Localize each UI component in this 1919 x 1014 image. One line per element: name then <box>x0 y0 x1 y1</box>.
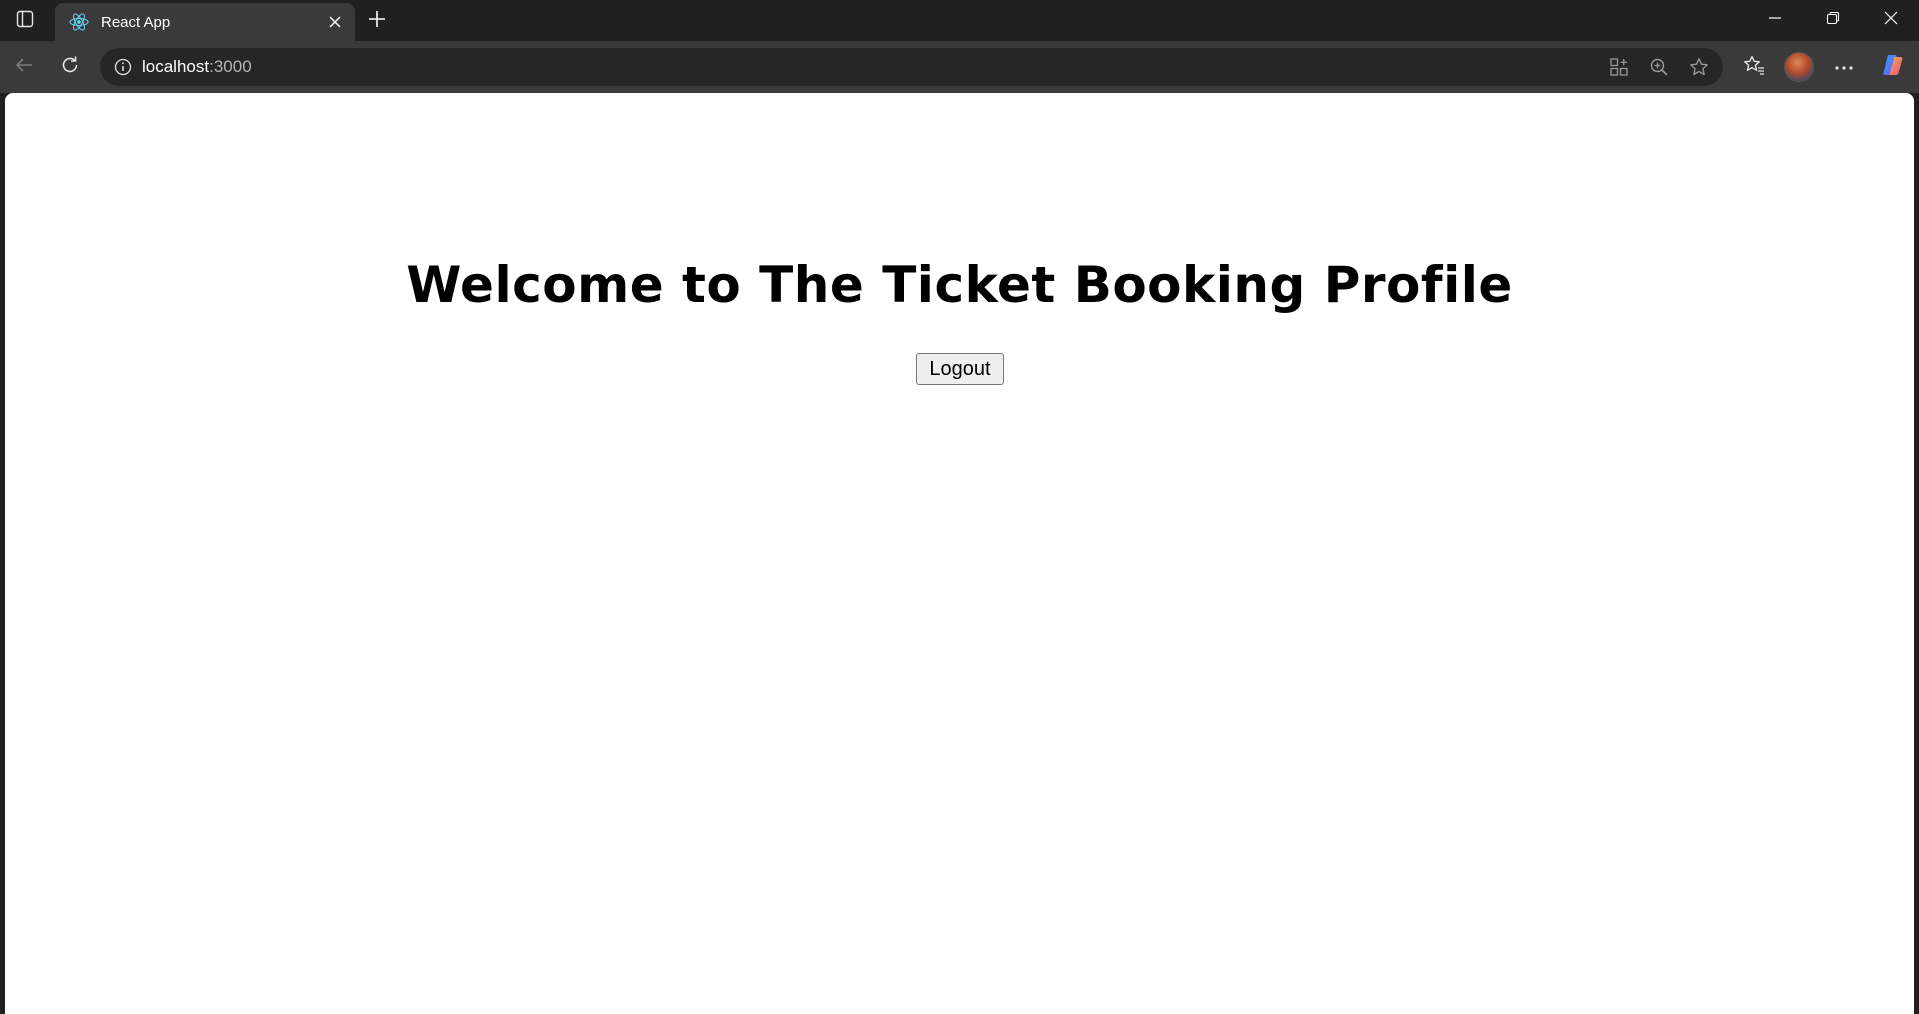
star-icon[interactable] <box>1683 51 1715 83</box>
plus-icon <box>368 10 386 33</box>
minimize-icon <box>1768 11 1782 30</box>
avatar <box>1784 52 1814 82</box>
toolbar: localhost:3000 <box>0 41 1919 93</box>
back-arrow-icon <box>14 55 34 80</box>
tab-title: React App <box>101 13 171 31</box>
info-icon[interactable] <box>110 54 136 80</box>
browser-window: React App localhost:3000 Welcome to The … <box>0 0 1919 1014</box>
copilot-icon <box>1880 52 1906 83</box>
restore-button[interactable] <box>1805 0 1861 41</box>
profile-button[interactable] <box>1782 50 1816 84</box>
url-text[interactable]: localhost:3000 <box>142 57 252 77</box>
page-viewport: Welcome to The Ticket Booking Profile Lo… <box>5 93 1914 1014</box>
app-install-icon[interactable] <box>1603 51 1635 83</box>
zoom-icon[interactable] <box>1643 51 1675 83</box>
copilot-button[interactable] <box>1876 50 1910 84</box>
favorites-button[interactable] <box>1737 50 1771 84</box>
page-title: Welcome to The Ticket Booking Profile <box>406 256 1513 314</box>
minimize-button[interactable] <box>1747 0 1803 41</box>
reload-button[interactable] <box>53 50 87 84</box>
url-host: localhost <box>142 57 210 76</box>
close-window-button[interactable] <box>1863 0 1919 41</box>
url-port: :3000 <box>209 57 252 76</box>
react-logo-icon <box>69 12 89 32</box>
tab-strip: React App <box>0 0 1919 41</box>
logout-button[interactable]: Logout <box>916 353 1004 385</box>
address-bar[interactable]: localhost:3000 <box>100 48 1723 86</box>
new-tab-button[interactable] <box>362 6 392 36</box>
close-window-icon <box>1884 11 1898 30</box>
more-icon <box>1834 58 1854 76</box>
tab-actions-icon <box>16 10 34 33</box>
tab-active[interactable]: React App <box>55 3 355 41</box>
restore-icon <box>1826 11 1840 30</box>
favorites-icon <box>1743 54 1765 81</box>
more-button[interactable] <box>1827 50 1861 84</box>
back-button[interactable] <box>7 50 41 84</box>
reload-icon <box>60 55 80 80</box>
close-icon[interactable] <box>321 8 349 36</box>
tab-actions-button[interactable] <box>10 9 40 33</box>
